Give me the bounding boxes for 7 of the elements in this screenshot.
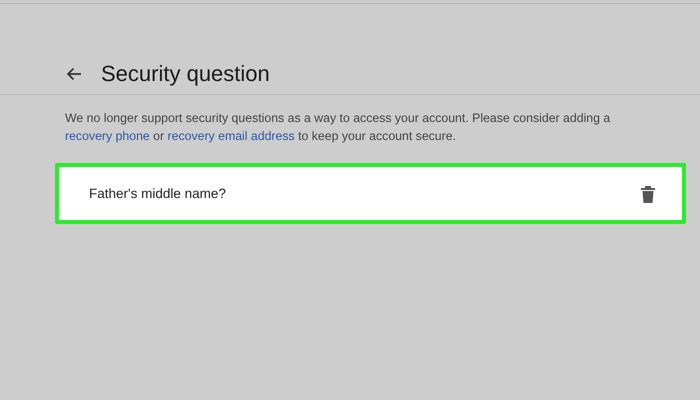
recovery-link[interactable]: recovery phone [65,129,150,143]
notice-text: We no longer support security questions as a way to access your account. Please consider adding a recovery phone or recovery email address to keep your account secure. [65,110,612,145]
page-title: Security question [101,61,270,87]
delete-button[interactable] [640,184,656,202]
back-button[interactable] [65,65,83,83]
recovery-link[interactable]: recovery email address [168,129,295,143]
question-text: Father's middle name? [89,186,227,201]
